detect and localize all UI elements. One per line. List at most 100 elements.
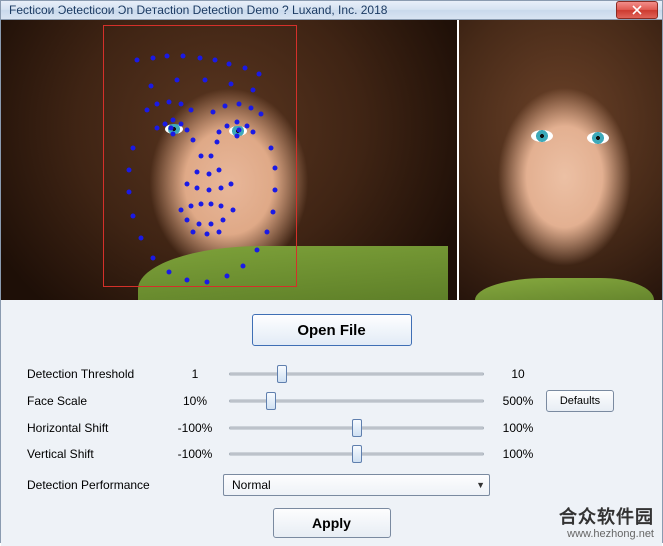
- vshift-max: 100%: [494, 447, 542, 461]
- landmark-point: [191, 138, 196, 143]
- images-row: [1, 20, 662, 300]
- performance-value: Normal: [232, 478, 271, 492]
- landmark-point: [271, 210, 276, 215]
- vshift-slider[interactable]: [223, 444, 490, 464]
- landmark-point: [251, 130, 256, 135]
- landmark-point: [237, 102, 242, 107]
- landmark-point: [151, 56, 156, 61]
- landmark-point: [257, 72, 262, 77]
- threshold-max: 10: [494, 367, 542, 381]
- threshold-slider[interactable]: [223, 364, 490, 384]
- landmark-point: [199, 154, 204, 159]
- landmark-point: [219, 204, 224, 209]
- landmark-point: [195, 186, 200, 191]
- landmark-point: [155, 126, 160, 131]
- landmark-point: [165, 54, 170, 59]
- threshold-label: Detection Threshold: [27, 367, 167, 381]
- landmark-point: [199, 202, 204, 207]
- slider-thumb[interactable]: [266, 392, 276, 410]
- landmark-point: [145, 108, 150, 113]
- landmark-point: [217, 168, 222, 173]
- hshift-max: 100%: [494, 421, 542, 435]
- close-button[interactable]: [616, 1, 658, 19]
- close-icon: [632, 5, 642, 15]
- landmark-point: [207, 188, 212, 193]
- landmark-point: [179, 122, 184, 127]
- landmark-point: [235, 120, 240, 125]
- app-window: Fecticoᴎ Ɔetecticoᴎ Ɔn Deᴛaction Detecti…: [0, 0, 663, 543]
- landmark-point: [151, 256, 156, 261]
- landmark-point: [213, 58, 218, 63]
- photo-eye: [587, 132, 609, 144]
- landmark-point: [209, 222, 214, 227]
- facescale-max: 500%: [494, 394, 542, 408]
- landmark-point: [245, 124, 250, 129]
- landmark-point: [171, 132, 176, 137]
- landmark-point: [139, 236, 144, 241]
- slider-thumb[interactable]: [352, 445, 362, 463]
- landmark-point: [209, 202, 214, 207]
- landmark-point: [207, 172, 212, 177]
- landmark-point: [205, 232, 210, 237]
- landmark-point: [251, 88, 256, 93]
- landmark-point: [227, 62, 232, 67]
- performance-combobox[interactable]: Normal ▼: [223, 474, 490, 496]
- landmark-point: [265, 230, 270, 235]
- cropped-face-image: [459, 20, 662, 300]
- landmark-point: [189, 108, 194, 113]
- landmark-point: [135, 58, 140, 63]
- landmark-point: [223, 104, 228, 109]
- landmark-point: [198, 56, 203, 61]
- landmark-point: [189, 204, 194, 209]
- landmark-point: [237, 128, 242, 133]
- landmark-point: [259, 112, 264, 117]
- landmark-point: [225, 274, 230, 279]
- landmark-point: [163, 122, 168, 127]
- landmark-point: [127, 190, 132, 195]
- hshift-slider[interactable]: [223, 418, 490, 438]
- titlebar[interactable]: Fecticoᴎ Ɔetecticoᴎ Ɔn Deᴛaction Detecti…: [1, 1, 662, 20]
- landmark-point: [185, 218, 190, 223]
- apply-button[interactable]: Apply: [273, 508, 391, 538]
- landmark-point: [219, 186, 224, 191]
- controls-panel: Open File Detection Threshold 1 10 Face …: [1, 300, 662, 546]
- landmark-point: [231, 208, 236, 213]
- facescale-label: Face Scale: [27, 394, 167, 408]
- landmark-point: [185, 128, 190, 133]
- landmark-point: [273, 166, 278, 171]
- landmark-point: [225, 124, 230, 129]
- landmark-point: [131, 146, 136, 151]
- photo-placeholder: [459, 20, 662, 300]
- main-image: [1, 20, 459, 300]
- landmark-point: [229, 182, 234, 187]
- defaults-button[interactable]: Defaults: [546, 390, 614, 412]
- landmark-point: [185, 182, 190, 187]
- landmark-point: [131, 214, 136, 219]
- landmark-point: [249, 106, 254, 111]
- landmark-point: [205, 280, 210, 285]
- landmark-point: [197, 222, 202, 227]
- open-file-button[interactable]: Open File: [252, 314, 412, 346]
- landmark-point: [269, 146, 274, 151]
- landmark-point: [203, 78, 208, 83]
- landmark-point: [235, 134, 240, 139]
- vshift-label: Vertical Shift: [27, 447, 167, 461]
- slider-thumb[interactable]: [277, 365, 287, 383]
- facescale-min: 10%: [171, 394, 219, 408]
- performance-label: Detection Performance: [27, 478, 167, 492]
- slider-thumb[interactable]: [352, 419, 362, 437]
- landmark-point: [179, 208, 184, 213]
- chevron-down-icon: ▼: [476, 480, 485, 490]
- landmark-point: [127, 168, 132, 173]
- facescale-slider[interactable]: [223, 391, 490, 411]
- landmark-point: [185, 278, 190, 283]
- landmark-point: [209, 154, 214, 159]
- landmark-point: [229, 82, 234, 87]
- landmark-point: [167, 270, 172, 275]
- landmark-point: [191, 230, 196, 235]
- landmark-point: [215, 140, 220, 145]
- landmark-point: [169, 126, 174, 131]
- landmark-point: [243, 66, 248, 71]
- slider-track: [229, 373, 484, 376]
- landmark-point: [241, 264, 246, 269]
